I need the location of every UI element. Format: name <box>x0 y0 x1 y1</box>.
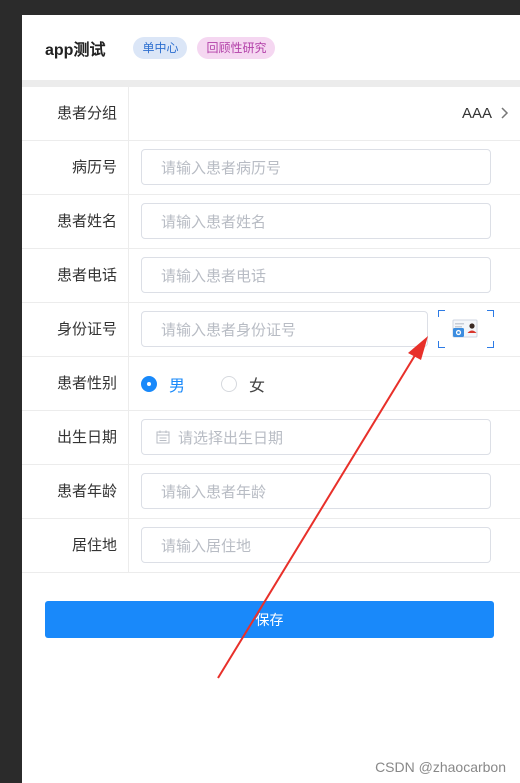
divider <box>128 465 129 518</box>
phone-input[interactable]: 请输入患者电话 <box>141 257 491 293</box>
id-card-label: 身份证号 <box>56 321 117 338</box>
app-title: app测试 <box>45 41 106 59</box>
name-input[interactable]: 请输入患者姓名 <box>141 203 491 239</box>
form-panel: app测试 单中心 回顾性研究 患者分组 AAA 病历号 请输入患者病历号 患者… <box>22 15 520 783</box>
name-label: 患者姓名 <box>56 213 117 230</box>
divider <box>128 519 129 572</box>
divider <box>128 87 129 140</box>
group-label: 患者分组 <box>56 105 117 122</box>
radio-unchecked-icon[interactable] <box>221 375 238 392</box>
tag-retrospective: 回顾性研究 <box>197 36 276 59</box>
divider <box>128 195 129 248</box>
corner <box>487 341 494 348</box>
chevron-right-icon[interactable] <box>496 105 512 121</box>
id-card-row: 身份证号 请输入患者身份证号 <box>22 303 520 357</box>
gender-option-male[interactable]: 男 <box>141 372 185 396</box>
name-row: 患者姓名 请输入患者姓名 <box>22 195 520 249</box>
divider <box>128 249 129 302</box>
radio-checked-icon[interactable] <box>141 375 157 392</box>
group-row[interactable]: 患者分组 AAA <box>22 87 520 141</box>
tag-single-center: 单中心 <box>133 36 188 59</box>
record-no-row: 病历号 请输入患者病历号 <box>22 141 520 195</box>
gender-male-label[interactable]: 男 <box>169 372 185 396</box>
name-placeholder: 请输入患者姓名 <box>161 213 267 231</box>
id-card-input[interactable]: 请输入患者身份证号 <box>141 311 428 347</box>
birth-label: 出生日期 <box>56 429 117 446</box>
gender-option-female[interactable]: 女 <box>221 372 265 396</box>
birth-date-picker[interactable]: 请选择出生日期 <box>141 419 491 455</box>
phone-placeholder: 请输入患者电话 <box>161 267 267 285</box>
age-label: 患者年龄 <box>56 483 117 500</box>
phone-row: 患者电话 请输入患者电话 <box>22 249 520 303</box>
divider <box>128 141 129 194</box>
address-label: 居住地 <box>71 537 117 554</box>
gender-radio-group: 男 女 <box>141 357 301 410</box>
divider <box>128 357 129 410</box>
gender-female-label[interactable]: 女 <box>249 372 265 396</box>
phone-label: 患者电话 <box>56 267 117 284</box>
age-placeholder: 请输入患者年龄 <box>161 483 267 501</box>
id-card-placeholder: 请输入患者身份证号 <box>161 321 297 339</box>
calendar-icon <box>156 430 170 444</box>
age-input[interactable]: 请输入患者年龄 <box>141 473 491 509</box>
patient-form: 患者分组 AAA 病历号 请输入患者病历号 患者姓名 请输入患者姓名 患者电话 <box>22 87 520 573</box>
id-card-scan-button[interactable] <box>438 310 494 348</box>
record-no-placeholder: 请输入患者病历号 <box>161 159 282 177</box>
age-row: 患者年龄 请输入患者年龄 <box>22 465 520 519</box>
divider <box>128 411 129 464</box>
corner <box>438 341 445 348</box>
record-no-input[interactable]: 请输入患者病历号 <box>141 149 491 185</box>
address-placeholder: 请输入居住地 <box>161 537 252 555</box>
corner <box>438 310 445 317</box>
watermark: CSDN @zhaocarbon <box>375 759 506 775</box>
header: app测试 单中心 回顾性研究 <box>22 15 520 80</box>
address-input[interactable]: 请输入居住地 <box>141 527 491 563</box>
birth-row: 出生日期 请选择出生日期 <box>22 411 520 465</box>
id-card-scan-icon <box>452 319 478 338</box>
record-no-label: 病历号 <box>71 159 117 176</box>
group-value[interactable]: AAA <box>462 87 492 140</box>
save-button[interactable]: 保存 <box>45 601 494 638</box>
birth-placeholder: 请选择出生日期 <box>178 429 284 447</box>
gender-label: 患者性别 <box>56 375 117 392</box>
address-row: 居住地 请输入居住地 <box>22 519 520 573</box>
divider <box>128 303 129 356</box>
gender-row: 患者性别 男 女 <box>22 357 520 411</box>
header-divider <box>22 80 520 87</box>
corner <box>487 310 494 317</box>
